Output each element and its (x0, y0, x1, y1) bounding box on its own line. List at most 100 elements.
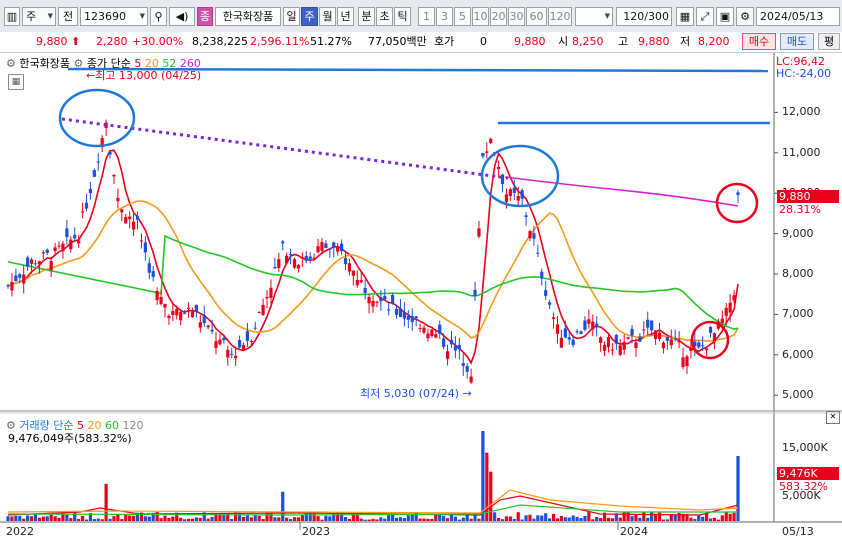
count-input[interactable]: 120/300 (616, 7, 672, 26)
candle-body (736, 192, 740, 196)
volume-bar (80, 516, 85, 521)
volume-bar (359, 518, 363, 521)
date-input[interactable]: 2024/05/13 (756, 7, 840, 26)
interval-custom-select[interactable] (575, 7, 613, 26)
candle-body (638, 336, 642, 342)
candle-body (108, 151, 112, 155)
volume-bar (296, 517, 301, 521)
interval-button-10[interactable]: 10 (472, 7, 489, 26)
buy-button[interactable]: 매수 (742, 33, 776, 50)
volume-bar (383, 518, 387, 521)
volume-bar (442, 515, 446, 521)
stock-badge[interactable]: 종 (197, 7, 213, 26)
gear-icon[interactable]: ⚙ (736, 7, 754, 26)
settings-icon[interactable]: ⚙ (6, 57, 16, 70)
volume-bar (194, 517, 198, 521)
interval-button-120[interactable]: 120 (548, 7, 572, 26)
volume-bar (630, 516, 634, 521)
candle-body (163, 303, 167, 308)
volume-bar (6, 516, 10, 521)
candle-body (269, 287, 273, 298)
candle-body (124, 217, 128, 224)
candle-body (277, 259, 281, 269)
volume-percent: 2,596.11% (250, 35, 310, 48)
chart-canvas[interactable] (0, 52, 842, 539)
interval-button-60[interactable]: 60 (526, 7, 547, 26)
candle-body (685, 356, 689, 367)
candle-body (379, 297, 383, 302)
volume-bar (618, 517, 622, 521)
interval-button-3[interactable]: 3 (436, 7, 453, 26)
volume-bar (26, 515, 30, 521)
front-button[interactable]: 전 (58, 7, 78, 26)
candle-body (689, 347, 693, 352)
volume-bar (697, 515, 701, 521)
code-input[interactable]: 123690 (80, 7, 148, 26)
volume-bar (622, 512, 626, 521)
volume-bar (253, 515, 257, 521)
candle-body (387, 309, 391, 311)
volume-bar (595, 516, 599, 521)
volume-bar (222, 515, 226, 521)
interval-button-20[interactable]: 20 (490, 7, 507, 26)
interval-button-30[interactable]: 30 (508, 7, 525, 26)
search-button[interactable]: ⚲ (150, 7, 167, 26)
period-tab-4[interactable]: 년 (337, 7, 354, 26)
sell-button[interactable]: 매도 (780, 33, 814, 50)
period-select-value: 주 (26, 10, 37, 23)
candle-body (53, 247, 57, 251)
candle-body (218, 339, 222, 345)
volume-bar (292, 517, 297, 521)
period-select[interactable]: 주 (22, 7, 56, 26)
price-tick-label: 11,000 (782, 145, 821, 159)
volume-bar (45, 516, 49, 521)
candle-body (41, 252, 45, 254)
volume-bar (163, 515, 167, 521)
volume-bar (406, 515, 410, 521)
candle-body (230, 353, 234, 355)
candle-body (465, 366, 469, 372)
period-tab-7[interactable]: 틱 (394, 7, 411, 26)
extra-button[interactable]: 평 (818, 33, 840, 50)
low-label: 저 (680, 35, 691, 48)
candle-body (595, 323, 599, 328)
volume-tick-label: 15,000K (782, 441, 828, 454)
candle-body (457, 344, 461, 350)
candle-body (434, 334, 438, 338)
candle-body (340, 243, 344, 252)
candle-body (708, 326, 713, 333)
candle-body (532, 233, 536, 239)
table-toggle-icon[interactable]: ▦ (8, 74, 24, 90)
period-tab-6[interactable]: 초 (376, 7, 393, 26)
volume-bar (281, 491, 285, 521)
period-tab-2[interactable]: 주 (301, 7, 318, 26)
layout-icon[interactable]: ▥ (4, 7, 20, 26)
volume-bar (575, 516, 579, 521)
interval-button-5[interactable]: 5 (454, 7, 471, 26)
candle-body (477, 228, 481, 237)
volume-bar (540, 515, 544, 521)
candle-body (57, 245, 61, 247)
chart-tool-icon[interactable]: ⤢ (696, 7, 714, 26)
candle-body (469, 376, 473, 383)
candle-body (524, 215, 528, 217)
volume-bar (587, 512, 591, 521)
volume-bar (269, 513, 273, 521)
save-icon[interactable]: ▣ (716, 7, 734, 26)
candle-body (332, 242, 336, 248)
legend-stock-name: 한국화장품 (19, 57, 70, 70)
period-tab-3[interactable]: 월 (319, 7, 336, 26)
volume-bar (116, 514, 120, 521)
speaker-button[interactable]: ◀) (169, 7, 195, 26)
panel-close-icon[interactable]: ✕ (826, 411, 840, 424)
period-tab-1[interactable]: 일 (283, 7, 300, 26)
candle-body (328, 248, 332, 250)
up-arrow-icon: ⬆ (67, 35, 81, 48)
period-tab-5[interactable]: 분 (358, 7, 375, 26)
candle-body (226, 349, 230, 358)
legend-settings-icon[interactable]: ⚙ (73, 57, 83, 70)
candle-body (587, 319, 591, 324)
volume-bar (104, 483, 108, 521)
interval-button-1[interactable]: 1 (418, 7, 435, 26)
grid-icon[interactable]: ▦ (676, 7, 694, 26)
